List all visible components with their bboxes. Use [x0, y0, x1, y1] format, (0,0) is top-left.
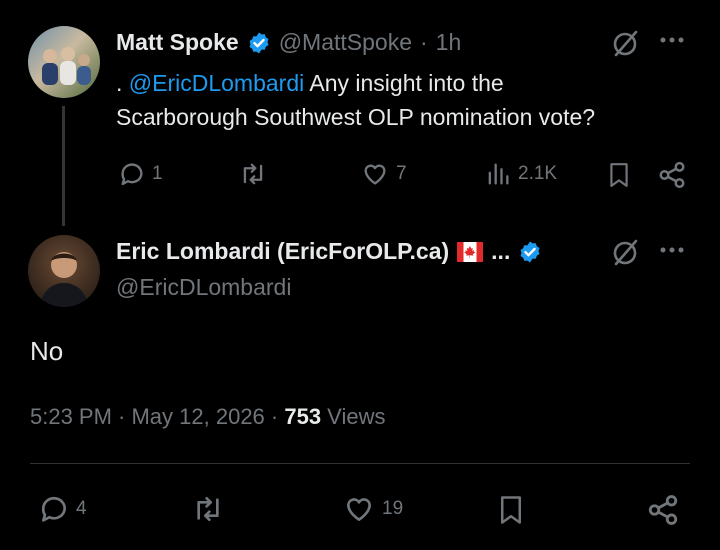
- text-prefix: .: [116, 70, 129, 96]
- main-share-button[interactable]: [646, 493, 680, 527]
- text-line1: Any insight into the: [304, 70, 504, 96]
- reply-bookmark-button[interactable]: [606, 160, 632, 190]
- post-meta: 5:23 PM · May 12, 2026 · 753 Views: [30, 404, 385, 430]
- author-handle[interactable]: @EricDLombardi: [116, 274, 291, 301]
- repost-icon: [243, 163, 263, 185]
- thread-line: [62, 106, 65, 226]
- verified-badge-icon[interactable]: [518, 240, 542, 264]
- canada-flag-icon: [457, 241, 484, 262]
- more-button[interactable]: [657, 240, 687, 266]
- grok-icon: [613, 30, 638, 57]
- main-header: Eric Lombardi (EricForOLP.ca) ...: [116, 238, 542, 265]
- avatar-eric[interactable]: [28, 235, 100, 307]
- main-like-button[interactable]: 19: [342, 493, 403, 525]
- more-icon: [660, 37, 684, 43]
- verified-badge-icon[interactable]: [247, 31, 271, 55]
- main-reply-button[interactable]: 4: [38, 493, 87, 525]
- author-name[interactable]: Matt Spoke: [116, 29, 239, 56]
- name-ellipsis: ...: [491, 238, 511, 264]
- reply-header: Matt Spoke @MattSpoke · 1h: [116, 29, 461, 56]
- like-icon: [364, 164, 386, 185]
- reply-repost-button[interactable]: [238, 160, 274, 188]
- reply-like-button[interactable]: 7: [360, 160, 407, 188]
- like-count: 19: [382, 498, 404, 519]
- separator: ·: [419, 29, 428, 55]
- author-name[interactable]: Eric Lombardi (EricForOLP.ca): [116, 238, 449, 265]
- reply-reply-button[interactable]: 1: [118, 160, 163, 188]
- reply-count: 1: [152, 163, 163, 184]
- avatar-photo-icon: [40, 252, 88, 307]
- like-count: 7: [396, 163, 407, 184]
- divider: [30, 463, 690, 464]
- more-button[interactable]: [657, 30, 687, 56]
- author-handle[interactable]: @MattSpoke: [279, 29, 412, 56]
- avatar-matt[interactable]: [28, 26, 100, 98]
- bookmark-icon: [610, 163, 628, 187]
- main-repost-button[interactable]: [190, 493, 226, 525]
- post-timestamp[interactable]: 5:23 PM · May 12, 2026 ·: [30, 404, 284, 429]
- reply-icon: [41, 496, 66, 522]
- repost-icon: [197, 497, 219, 521]
- mention-link[interactable]: @EricDLombardi: [129, 70, 304, 96]
- reply-views-button[interactable]: 2.1K: [484, 160, 557, 188]
- grok-icon: [613, 239, 638, 266]
- reply-icon: [121, 163, 143, 186]
- share-icon: [648, 495, 678, 525]
- main-text: No: [30, 336, 64, 366]
- like-icon: [347, 498, 371, 521]
- avatar-photo-icon: [42, 47, 91, 85]
- reply-share-button[interactable]: [657, 160, 687, 190]
- more-icon: [660, 247, 684, 253]
- reply-text: . @EricDLombardi Any insight into the Sc…: [116, 66, 706, 134]
- views-label: Views: [321, 404, 386, 429]
- views-icon: [488, 163, 509, 185]
- reply-count: 4: [76, 498, 87, 519]
- views-count: 2.1K: [518, 163, 558, 184]
- grok-button[interactable]: [611, 28, 641, 63]
- share-icon: [659, 161, 685, 189]
- text-line2: Scarborough Southwest OLP nomination vot…: [116, 104, 596, 130]
- post-time[interactable]: 1h: [436, 29, 462, 56]
- main-bookmark-button[interactable]: [496, 493, 526, 527]
- views-count: 753: [284, 404, 322, 429]
- grok-button[interactable]: [611, 237, 641, 272]
- bookmark-icon: [501, 496, 521, 524]
